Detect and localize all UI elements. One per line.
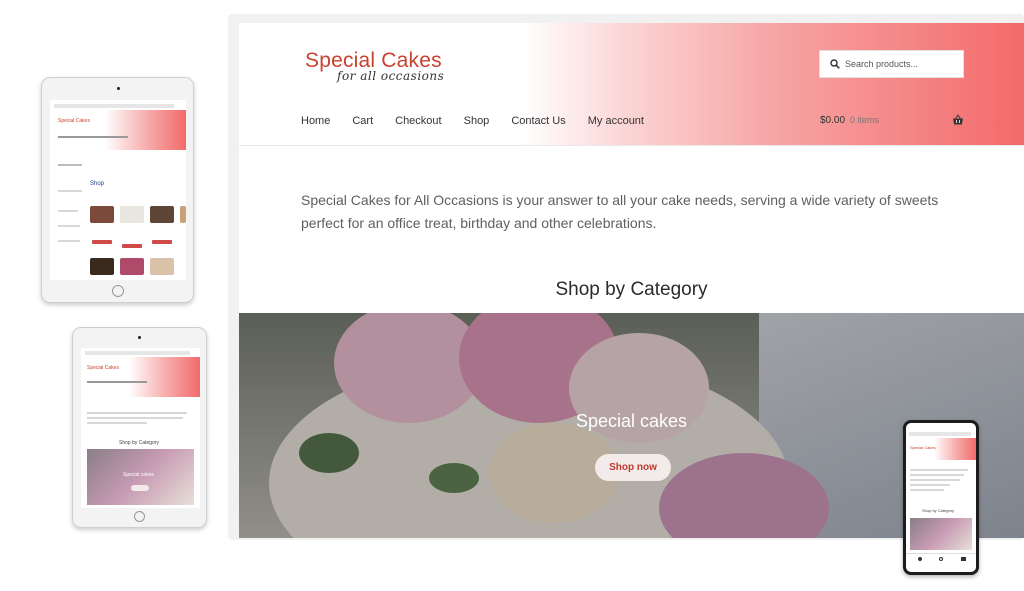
shop-now-button[interactable]: Shop now xyxy=(595,454,671,481)
product-thumb[interactable] xyxy=(120,258,144,275)
mini-nav xyxy=(87,381,147,383)
mini-intro xyxy=(910,469,968,471)
intro-text: Special Cakes for All Occasions is your … xyxy=(301,192,939,231)
mini-header xyxy=(50,110,186,150)
cart-summary[interactable]: $0.00 0 items xyxy=(820,115,879,126)
site-header: Special Cakes for all occasions Search p… xyxy=(239,23,1024,146)
phone-preview: Special Cakes Shop by Category xyxy=(903,420,979,575)
phone-screen: Special Cakes Shop by Category xyxy=(906,423,976,572)
mini-sidebar xyxy=(58,225,80,227)
showcase-stage: Special Cakes for all occasions Search p… xyxy=(0,0,1024,591)
add-to-cart-button[interactable] xyxy=(152,240,172,244)
mini-category-heading: Shop by Category xyxy=(922,508,955,513)
account-icon[interactable] xyxy=(918,557,922,561)
mini-intro xyxy=(87,417,183,419)
search-input[interactable]: Search products... xyxy=(819,50,964,78)
mini-shop-button[interactable] xyxy=(131,485,149,491)
mini-browser-bar xyxy=(54,104,174,108)
tablet-screen: Special Cakes Shop by Category Special c… xyxy=(81,348,200,508)
mini-intro xyxy=(910,479,960,481)
search-icon[interactable] xyxy=(939,557,943,561)
mini-sidebar xyxy=(58,240,80,242)
product-thumb[interactable] xyxy=(150,258,174,275)
cart-total: $0.00 xyxy=(820,115,846,126)
mini-header xyxy=(81,357,200,397)
mini-browser-bar xyxy=(909,432,971,436)
tablet-preview-home: Special Cakes Shop by Category Special c… xyxy=(72,327,207,528)
mini-hero-title: Special cakes xyxy=(123,472,154,478)
product-thumb[interactable] xyxy=(180,206,186,223)
tablet-home-button xyxy=(112,285,124,297)
main-nav: Home Cart Checkout Shop Contact Us My ac… xyxy=(301,115,666,127)
mini-intro xyxy=(87,412,187,414)
logo-tagline: for all occasions xyxy=(337,69,445,83)
tablet-camera xyxy=(138,336,141,339)
mini-sidebar xyxy=(58,190,82,192)
tablet-screen: Special Cakes Shop xyxy=(50,100,186,280)
nav-cart[interactable]: Cart xyxy=(352,115,373,127)
mini-breadcrumb xyxy=(58,164,82,166)
product-thumb[interactable] xyxy=(90,206,114,223)
nav-contact[interactable]: Contact Us xyxy=(511,115,565,127)
search-icon xyxy=(830,59,840,69)
search-placeholder: Search products... xyxy=(845,59,919,69)
mini-shop-heading: Shop xyxy=(90,181,105,187)
add-to-cart-button[interactable] xyxy=(92,240,112,244)
product-thumb[interactable] xyxy=(150,206,174,223)
mini-logo: Special Cakes xyxy=(58,118,90,124)
mini-hero[interactable] xyxy=(910,518,972,550)
mini-browser-bar xyxy=(85,351,190,355)
product-thumb[interactable] xyxy=(120,206,144,223)
add-to-cart-button[interactable] xyxy=(122,244,142,248)
nav-shop[interactable]: Shop xyxy=(464,115,490,127)
mini-sidebar xyxy=(58,210,78,212)
nav-home[interactable]: Home xyxy=(301,115,330,127)
site-logo[interactable]: Special Cakes for all occasions xyxy=(305,49,444,83)
tablet-home-button xyxy=(134,511,145,522)
mini-hero[interactable]: Special cakes xyxy=(87,449,194,505)
nav-account[interactable]: My account xyxy=(588,115,644,127)
basket-icon[interactable] xyxy=(952,114,964,126)
mini-nav xyxy=(58,136,128,138)
mini-intro xyxy=(910,489,944,491)
mini-intro xyxy=(87,422,147,424)
mini-intro xyxy=(910,474,964,476)
nav-checkout[interactable]: Checkout xyxy=(395,115,441,127)
tablet-camera xyxy=(117,87,120,90)
cart-count: 0 items xyxy=(850,115,880,125)
product-thumb[interactable] xyxy=(90,258,114,275)
category-heading: Shop by Category xyxy=(555,279,708,300)
tablet-preview-shop: Special Cakes Shop xyxy=(41,77,194,303)
mini-intro xyxy=(910,484,950,486)
mini-logo: Special Cakes xyxy=(87,365,119,371)
mini-logo: Special Cakes xyxy=(910,445,936,450)
mini-category-heading: Shop by Category xyxy=(119,440,160,446)
basket-icon[interactable] xyxy=(961,557,966,561)
